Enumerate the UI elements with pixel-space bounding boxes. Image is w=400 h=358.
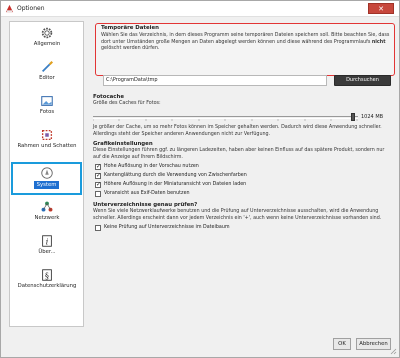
cancel-button[interactable]: Abbrechen	[356, 338, 391, 350]
frame-icon	[41, 129, 53, 141]
cache-slider-thumb[interactable]	[351, 113, 356, 121]
browse-button[interactable]: Durchsuchen	[334, 75, 391, 86]
cache-size-value: 1024 MB	[361, 114, 384, 120]
sidebar-item-label: Fotos	[39, 109, 55, 115]
resize-grip-icon[interactable]	[389, 347, 397, 355]
temp-files-heading: Temporäre Dateien	[101, 25, 159, 31]
info-icon: i	[42, 235, 52, 247]
sidebar-item-rahmen[interactable]: Rahmen und Schatten	[12, 128, 82, 158]
sidebar-item-label: Rahmen und Schatten	[17, 143, 77, 149]
graphics-heading: Grafikeinstellungen	[93, 141, 153, 147]
graphics-option-thumbnails[interactable]: Höhere Auflösung in der Miniaturansicht …	[95, 181, 246, 189]
checkbox-label: Voransicht aus Exif-Daten benutzen	[104, 191, 190, 196]
temp-desc-bold: nicht	[371, 39, 386, 45]
options-window: Optionen ✕ Allgemein Editor Fotos Rahmen…	[0, 0, 400, 358]
brush-icon	[42, 60, 54, 72]
app-icon	[5, 4, 14, 13]
temp-desc-text: Wählen Sie das Verzeichnis, in dem diese…	[101, 33, 390, 45]
subdirs-description: Wenn Sie viele Netzwerklaufwerke benutze…	[93, 209, 382, 221]
sidebar-item-editor[interactable]: Editor	[12, 60, 82, 90]
photo-cache-heading: Fotocache	[93, 94, 124, 100]
sidebar-item-label: Datenschutzerklärung	[17, 283, 77, 289]
window-title: Optionen	[17, 5, 45, 12]
sidebar-item-allgemein[interactable]: Allgemein	[12, 26, 82, 56]
temp-path-input[interactable]: C:\ProgramData\tmp	[103, 75, 327, 86]
sidebar-item-label: System	[33, 181, 60, 189]
cache-description: Je größer der Cache, um so mehr Fotos kö…	[93, 125, 382, 137]
sidebar-item-label: Über...	[38, 249, 56, 255]
sidebar-item-netzwerk[interactable]: Netzwerk	[12, 200, 82, 230]
photo-icon	[41, 96, 53, 106]
ok-button[interactable]: OK	[333, 338, 351, 350]
checkbox[interactable]	[95, 163, 101, 170]
gear-icon	[41, 27, 53, 39]
graphics-option-antialias[interactable]: Kantenglättung durch die Verwendung von …	[95, 172, 247, 180]
paragraph-icon: §	[42, 269, 52, 281]
close-icon: ✕	[378, 5, 384, 13]
title-bar: Optionen ✕	[1, 1, 399, 17]
temp-files-description: Wählen Sie das Verzeichnis, in dem diese…	[101, 33, 391, 53]
subdirs-option[interactable]: Keine Prüfung auf Unterverzeichnisse im …	[95, 224, 230, 232]
sidebar-item-system[interactable]: System	[11, 162, 82, 195]
sidebar-item-label: Netzwerk	[34, 215, 60, 221]
checkbox[interactable]	[95, 181, 101, 188]
subdirs-heading: Unterverzeichnisse genau prüfen?	[93, 202, 198, 208]
network-icon	[41, 201, 53, 212]
checkbox[interactable]	[95, 190, 101, 197]
cache-slider-ticks	[93, 119, 358, 121]
sidebar-item-label: Allgemein	[33, 41, 61, 47]
compass-icon	[40, 167, 53, 179]
sidebar-item-fotos[interactable]: Fotos	[12, 94, 82, 124]
checkbox-label: Höhere Auflösung in der Miniaturansicht …	[104, 182, 247, 187]
sidebar-item-datenschutz[interactable]: § Datenschutzerklärung	[12, 268, 82, 298]
close-button[interactable]: ✕	[368, 3, 394, 14]
graphics-option-preview[interactable]: Hohe Auflösung in der Vorschau nutzen	[95, 163, 199, 171]
checkbox-label: Keine Prüfung auf Unterverzeichnisse im …	[104, 225, 230, 230]
checkbox-label: Kantenglättung durch die Verwendung von …	[104, 173, 247, 178]
system-settings-panel: Temporäre Dateien Wählen Sie das Verzeic…	[91, 21, 395, 331]
graphics-description: Diese Einstellungen führen ggf. zu länge…	[93, 148, 385, 160]
checkbox-label: Hohe Auflösung in der Vorschau nutzen	[104, 164, 199, 169]
checkbox[interactable]	[95, 224, 101, 231]
graphics-option-exif[interactable]: Voransicht aus Exif-Daten benutzen	[95, 190, 190, 198]
cache-size-label: Größe des Caches für Fotos:	[93, 101, 161, 106]
options-sidebar: Allgemein Editor Fotos Rahmen und Schatt…	[9, 21, 84, 327]
checkbox[interactable]	[95, 172, 101, 179]
sidebar-item-label: Editor	[39, 75, 55, 81]
temp-desc-text-2: gelöscht werden dürfen.	[101, 46, 160, 52]
sidebar-item-ueber[interactable]: i Über...	[12, 234, 82, 264]
svg-text:§: §	[45, 272, 49, 281]
